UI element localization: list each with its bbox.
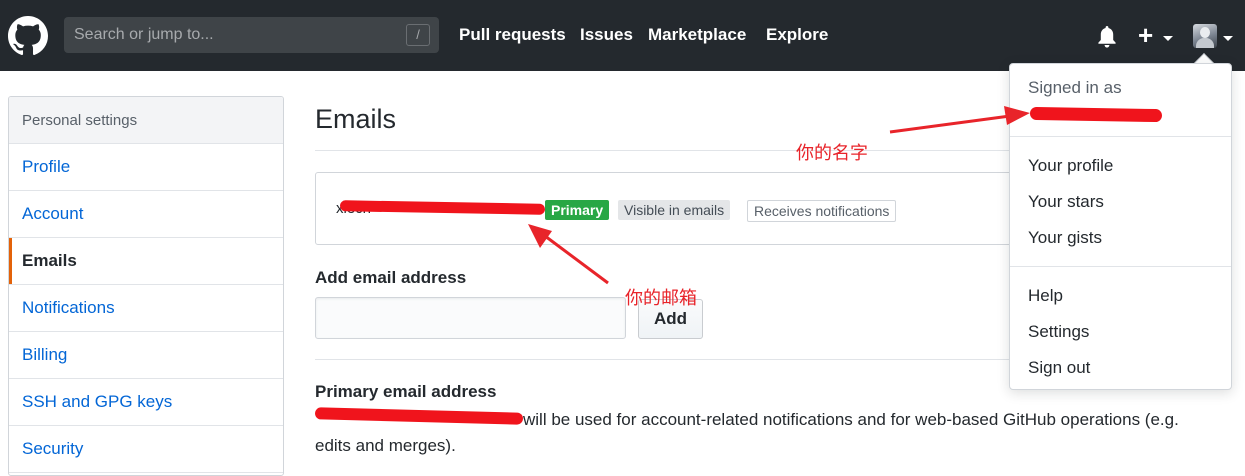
annotation-your-name: 你的名字 (796, 143, 868, 163)
annotation-arrows (528, 106, 1030, 285)
annotation-your-email: 你的邮箱 (625, 288, 697, 308)
